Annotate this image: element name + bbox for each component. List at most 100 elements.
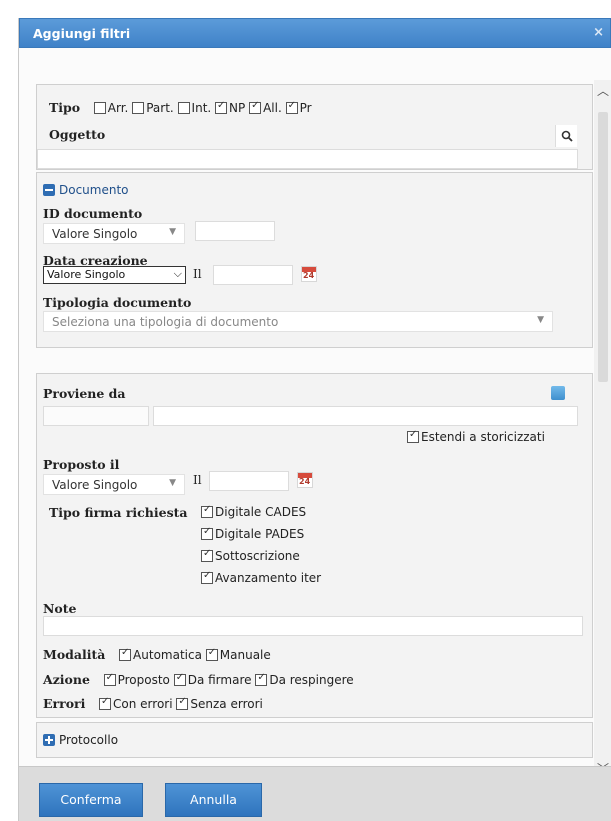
tipo-option-part[interactable]: Part. xyxy=(132,101,174,115)
data-creazione-mode-select[interactable]: Valore Singolo ⌵ xyxy=(43,266,186,284)
cancel-button[interactable]: Annulla xyxy=(165,783,262,817)
checkbox[interactable] xyxy=(407,429,419,443)
checkbox[interactable] xyxy=(205,647,218,661)
chevron-down-icon: ▼ xyxy=(169,227,176,237)
estendi-storicizzati-option[interactable]: Estendi a storicizzati xyxy=(407,429,545,444)
proviene-da-label: Proviene da xyxy=(43,386,126,401)
azione-option-proposto[interactable]: Proposto xyxy=(103,672,170,687)
id-documento-input[interactable] xyxy=(195,221,275,241)
checkbox[interactable] xyxy=(99,696,112,710)
checkbox[interactable] xyxy=(93,102,106,114)
documento-section-label: Documento xyxy=(59,183,129,197)
note-input[interactable] xyxy=(43,616,583,636)
collapse-icon xyxy=(43,184,55,196)
dialog-titlebar: Aggiungi filtri × xyxy=(19,18,611,48)
id-documento-mode-select[interactable]: Valore Singolo ▼ xyxy=(43,223,185,244)
close-icon[interactable]: × xyxy=(593,25,604,40)
dialog-footer: Conferma Annulla xyxy=(19,766,611,821)
errori-row: Errori Con errori Senza errori xyxy=(43,696,263,711)
firma-option-sottoscrizione[interactable]: Sottoscrizione xyxy=(201,548,300,563)
checkbox[interactable] xyxy=(176,696,189,710)
select-value: Valore Singolo xyxy=(52,478,138,492)
protocollo-panel: Protocollo xyxy=(36,722,593,758)
checkbox[interactable] xyxy=(119,647,132,661)
tipo-oggetto-panel: Tipo Arr. Part. Int. NP All. Pr Oggetto xyxy=(36,84,593,170)
protocollo-section-label: Protocollo xyxy=(59,733,119,747)
tipo-firma-richiesta-label: Tipo firma richiesta xyxy=(49,505,188,520)
filters-panel: Proviene da Estendi a storicizzati Propo… xyxy=(36,373,593,718)
tipo-option-int[interactable]: Int. xyxy=(177,101,211,115)
chevron-up-icon[interactable]: ︿ xyxy=(596,82,610,104)
firma-option-avanzamento[interactable]: Avanzamento iter xyxy=(201,570,321,585)
modalita-row: Modalità Automatica Manuale xyxy=(43,647,271,662)
proviene-da-code-input[interactable] xyxy=(43,406,149,426)
azione-row: Azione Proposto Da firmare Da respingere xyxy=(43,672,354,687)
azione-option-da-respingere[interactable]: Da respingere xyxy=(255,672,354,687)
confirm-button[interactable]: Conferma xyxy=(39,783,143,817)
calendar-day: 24 xyxy=(303,271,315,280)
errori-option-senza-errori[interactable]: Senza errori xyxy=(176,696,263,711)
protocollo-section-toggle[interactable]: Protocollo xyxy=(43,733,118,747)
proviene-da-description-input[interactable] xyxy=(153,406,578,426)
chevron-down-icon: ▼ xyxy=(537,315,544,325)
checkbox[interactable] xyxy=(215,100,228,114)
azione-label: Azione xyxy=(43,672,90,687)
checkbox[interactable] xyxy=(255,672,268,686)
modalita-option-automatica[interactable]: Automatica xyxy=(119,647,202,662)
tipo-row: Tipo Arr. Part. Int. NP All. Pr xyxy=(49,100,312,115)
expand-icon xyxy=(43,734,55,746)
tipologia-documento-select[interactable]: Seleziona una tipologia di documento ▼ xyxy=(43,311,553,332)
firma-option-pades[interactable]: Digitale PADES xyxy=(201,526,304,541)
dialog-title: Aggiungi filtri xyxy=(33,26,131,41)
calendar-icon[interactable]: 24 xyxy=(301,266,317,282)
checkbox[interactable] xyxy=(173,672,186,686)
lookup-icon[interactable] xyxy=(551,386,565,400)
checkbox[interactable] xyxy=(201,570,213,584)
chevron-down-icon: ▼ xyxy=(169,478,176,488)
data-creazione-il-label: Il xyxy=(193,267,202,281)
firma-option-cades[interactable]: Digitale CADES xyxy=(201,504,306,519)
tipo-option-all[interactable]: All. xyxy=(249,100,282,115)
proposto-il-mode-select[interactable]: Valore Singolo ▼ xyxy=(43,474,185,495)
checkbox[interactable] xyxy=(201,526,213,540)
proposto-il-label: Proposto il xyxy=(43,457,120,472)
errori-label: Errori xyxy=(43,696,86,711)
documento-panel: Documento ID documento Valore Singolo ▼ … xyxy=(36,172,593,348)
search-icon xyxy=(561,130,573,142)
data-creazione-date-input[interactable] xyxy=(213,265,293,285)
select-value: Valore Singolo xyxy=(47,268,126,281)
dialog-content: Tipo Arr. Part. Int. NP All. Pr Oggetto xyxy=(19,48,611,766)
chevron-down-icon: ⌵ xyxy=(173,267,182,280)
checkbox[interactable] xyxy=(285,100,298,114)
errori-option-con-errori[interactable]: Con errori xyxy=(99,696,173,711)
id-documento-label: ID documento xyxy=(43,206,143,221)
select-placeholder: Seleziona una tipologia di documento xyxy=(52,315,279,329)
scrollbar-thumb[interactable] xyxy=(598,112,608,382)
tipo-option-np[interactable]: NP xyxy=(215,100,245,115)
calendar-icon[interactable]: 24 xyxy=(297,472,313,488)
tipo-option-arr[interactable]: Arr. xyxy=(93,101,128,115)
modalita-label: Modalità xyxy=(43,647,106,662)
oggetto-label: Oggetto xyxy=(49,127,106,142)
scrollbar[interactable]: ︿ ﹀ xyxy=(594,80,611,766)
oggetto-search-button[interactable] xyxy=(555,125,577,147)
calendar-day: 24 xyxy=(299,477,311,486)
proposto-il-date-input[interactable] xyxy=(209,471,289,491)
checkbox[interactable] xyxy=(201,504,213,518)
checkbox[interactable] xyxy=(103,672,116,686)
add-filters-dialog: Aggiungi filtri × Tipo Arr. Part. Int. N… xyxy=(18,18,611,821)
checkbox[interactable] xyxy=(249,100,262,114)
note-label: Note xyxy=(43,601,77,616)
tipo-label: Tipo xyxy=(49,100,81,115)
checkbox[interactable] xyxy=(201,548,213,562)
proposto-il-il-label: Il xyxy=(193,473,202,487)
documento-section-toggle[interactable]: Documento xyxy=(43,183,129,197)
checkbox[interactable] xyxy=(132,102,145,114)
azione-option-da-firmare[interactable]: Da firmare xyxy=(173,672,252,687)
select-value: Valore Singolo xyxy=(52,227,138,241)
checkbox[interactable] xyxy=(177,102,190,114)
modalita-option-manuale[interactable]: Manuale xyxy=(205,647,271,662)
oggetto-input[interactable] xyxy=(37,149,578,169)
tipo-option-pr[interactable]: Pr xyxy=(285,100,312,115)
tipologia-documento-label: Tipologia documento xyxy=(43,295,192,310)
